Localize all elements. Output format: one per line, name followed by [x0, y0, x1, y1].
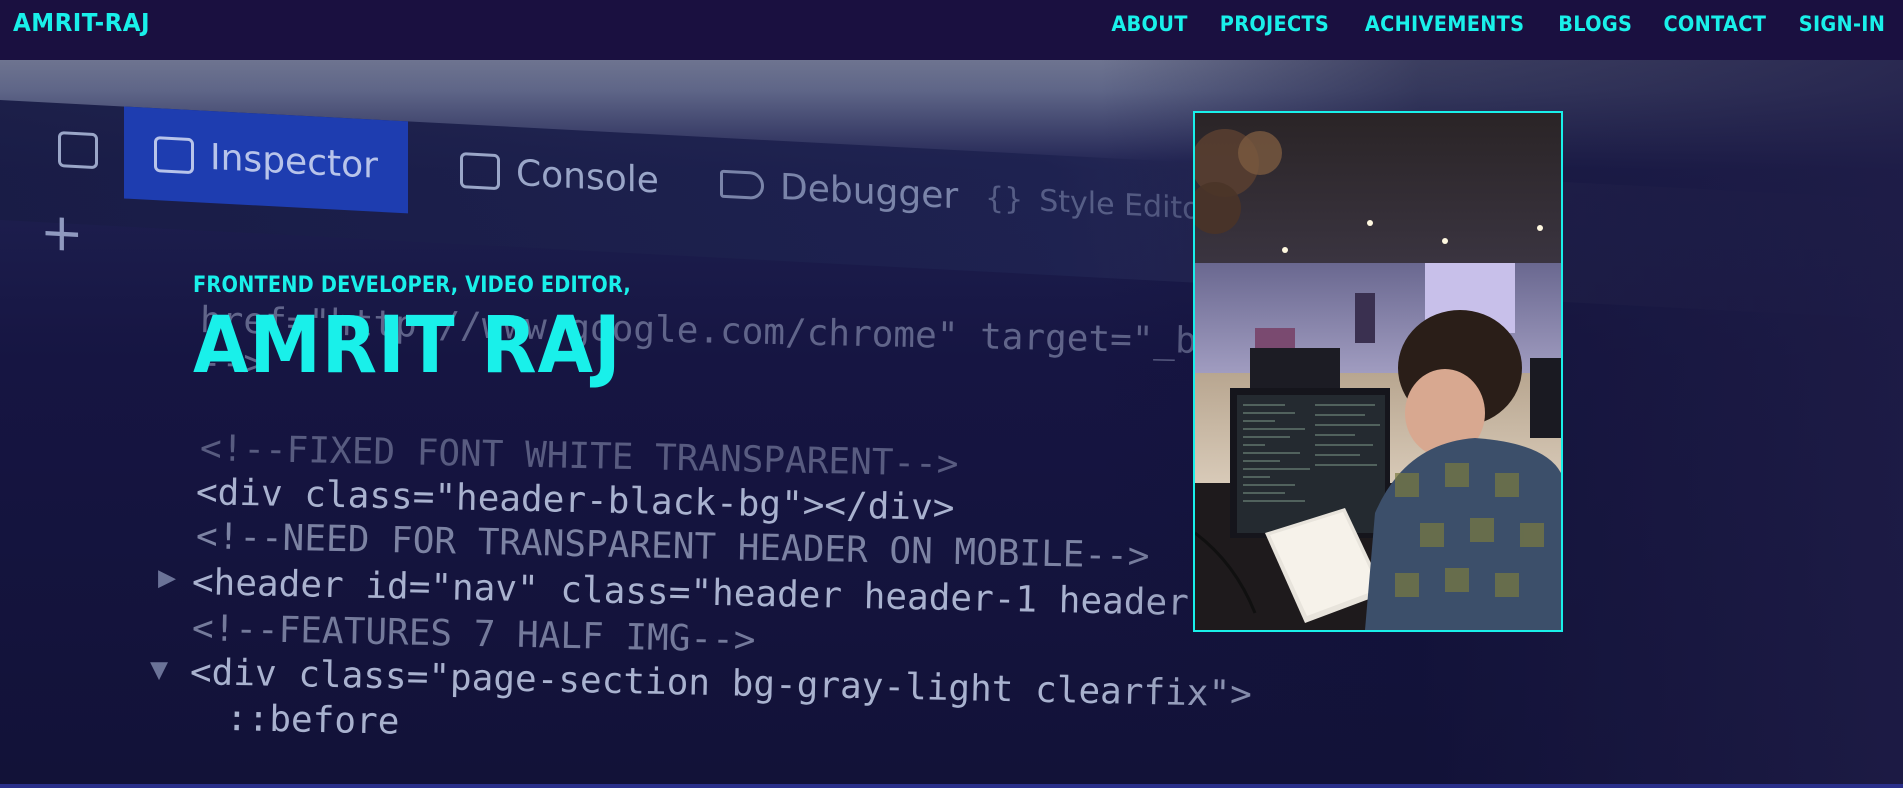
- braces-icon: {}: [985, 180, 1024, 218]
- background-tab-inspector: Inspector: [124, 106, 408, 214]
- inspector-icon: [154, 136, 194, 175]
- pick-element-icon: [38, 102, 118, 198]
- code-line: ::before: [225, 698, 400, 743]
- nav-link-projects[interactable]: PROJECTS: [1220, 12, 1329, 36]
- brand-logo[interactable]: AMRIT-RAJ: [13, 8, 150, 37]
- background-tab-console: Console: [460, 124, 659, 226]
- background-tab-label: Debugger: [780, 166, 959, 217]
- hero-bottom-border: [0, 784, 1903, 788]
- nav-links: ABOUT PROJECTS ACHIVEMENTS BLOGS CONTACT…: [1108, 12, 1889, 36]
- nav-link-contact[interactable]: CONTACT: [1664, 12, 1767, 36]
- debugger-icon: [720, 169, 764, 201]
- profile-photo: [1193, 111, 1563, 632]
- hero-subtitle: FRONTEND DEVELOPER, VIDEO EDITOR,: [193, 273, 631, 298]
- nav-link-achievements[interactable]: ACHIVEMENTS: [1365, 12, 1524, 36]
- top-navbar: AMRIT-RAJ ABOUT PROJECTS ACHIVEMENTS BLO…: [0, 0, 1903, 60]
- background-tab-label: Console: [516, 152, 659, 202]
- hero-name: AMRIT RAJ: [193, 301, 622, 391]
- nav-link-about[interactable]: ABOUT: [1111, 12, 1187, 36]
- nav-link-blogs[interactable]: BLOGS: [1558, 12, 1632, 36]
- collapse-triangle-icon: ▼: [150, 652, 169, 687]
- plus-icon: +: [40, 202, 84, 265]
- console-icon: [460, 152, 500, 191]
- nav-link-sign-in[interactable]: SIGN-IN: [1799, 12, 1885, 36]
- hero-text: FRONTEND DEVELOPER, VIDEO EDITOR, AMRIT …: [193, 273, 691, 388]
- photo-image: [1195, 113, 1561, 630]
- hero-section: Inspector Console Debugger {} Style Edit…: [0, 60, 1903, 788]
- background-tab-label: Inspector: [210, 136, 378, 187]
- expand-triangle-icon: ▶: [158, 560, 177, 595]
- background-tab-debugger: Debugger: [720, 138, 958, 242]
